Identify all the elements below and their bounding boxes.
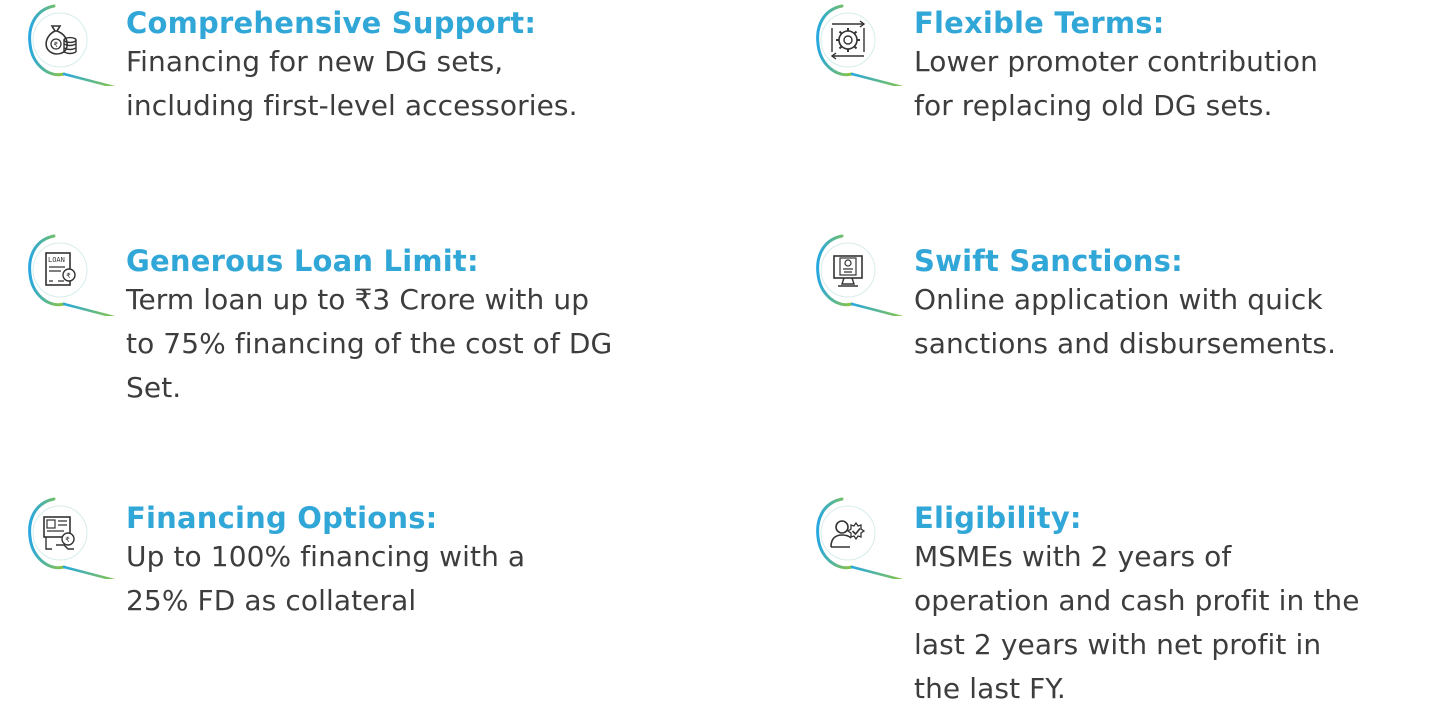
eligibility-check-icon bbox=[808, 493, 908, 579]
description-line: Lower promoter contribution bbox=[914, 45, 1318, 78]
features-section: ₹ Comprehensive Support: Financing for n… bbox=[0, 0, 1451, 721]
description-line: Financing for new DG sets, bbox=[126, 45, 504, 78]
svg-text:LOAN: LOAN bbox=[48, 256, 65, 264]
feature-description: Term loan up to ₹3 Crore with up to 75% … bbox=[126, 278, 706, 410]
description-line: sanctions and disbursements. bbox=[914, 327, 1337, 360]
feature-title: Swift Sanctions: bbox=[914, 244, 1183, 278]
svg-text:₹: ₹ bbox=[54, 41, 59, 49]
feature-title: Flexible Terms: bbox=[914, 6, 1165, 40]
money-bag-coins-icon: ₹ bbox=[20, 0, 120, 86]
description-line: 25% FD as collateral bbox=[126, 584, 417, 617]
description-line: last 2 years with net profit in bbox=[914, 628, 1322, 661]
description-line: Online application with quick bbox=[914, 283, 1323, 316]
description-line: including first-level accessories. bbox=[126, 89, 578, 122]
description-line: MSMEs with 2 years of bbox=[914, 540, 1232, 573]
feature-title: Eligibility: bbox=[914, 501, 1082, 535]
description-line: Term loan up to ₹3 Crore with up bbox=[126, 283, 590, 316]
description-line: for replacing old DG sets. bbox=[914, 89, 1273, 122]
feature-description: Online application with quick sanctions … bbox=[914, 278, 1451, 366]
feature-title: Financing Options: bbox=[126, 501, 438, 535]
loan-document-icon: LOAN ₹ bbox=[20, 230, 120, 316]
description-line: to 75% financing of the cost of DG bbox=[126, 327, 613, 360]
svg-text:₹: ₹ bbox=[66, 272, 71, 280]
feature-title: Generous Loan Limit: bbox=[126, 244, 479, 278]
financing-options-icon: ₹ bbox=[20, 493, 120, 579]
description-line: Set. bbox=[126, 371, 182, 404]
description-line: Up to 100% financing with a bbox=[126, 540, 526, 573]
svg-text:₹: ₹ bbox=[65, 536, 70, 544]
gear-arrows-icon bbox=[808, 0, 908, 86]
description-line: operation and cash profit in the bbox=[914, 584, 1360, 617]
description-line: the last FY. bbox=[914, 672, 1066, 705]
online-monitor-icon bbox=[808, 230, 908, 316]
feature-title: Comprehensive Support: bbox=[126, 6, 537, 40]
feature-description: Lower promoter contribution for replacin… bbox=[914, 40, 1434, 128]
feature-description: Up to 100% financing with a 25% FD as co… bbox=[126, 535, 686, 623]
feature-description: MSMEs with 2 years of operation and cash… bbox=[914, 535, 1451, 711]
feature-description: Financing for new DG sets, including fir… bbox=[126, 40, 686, 128]
